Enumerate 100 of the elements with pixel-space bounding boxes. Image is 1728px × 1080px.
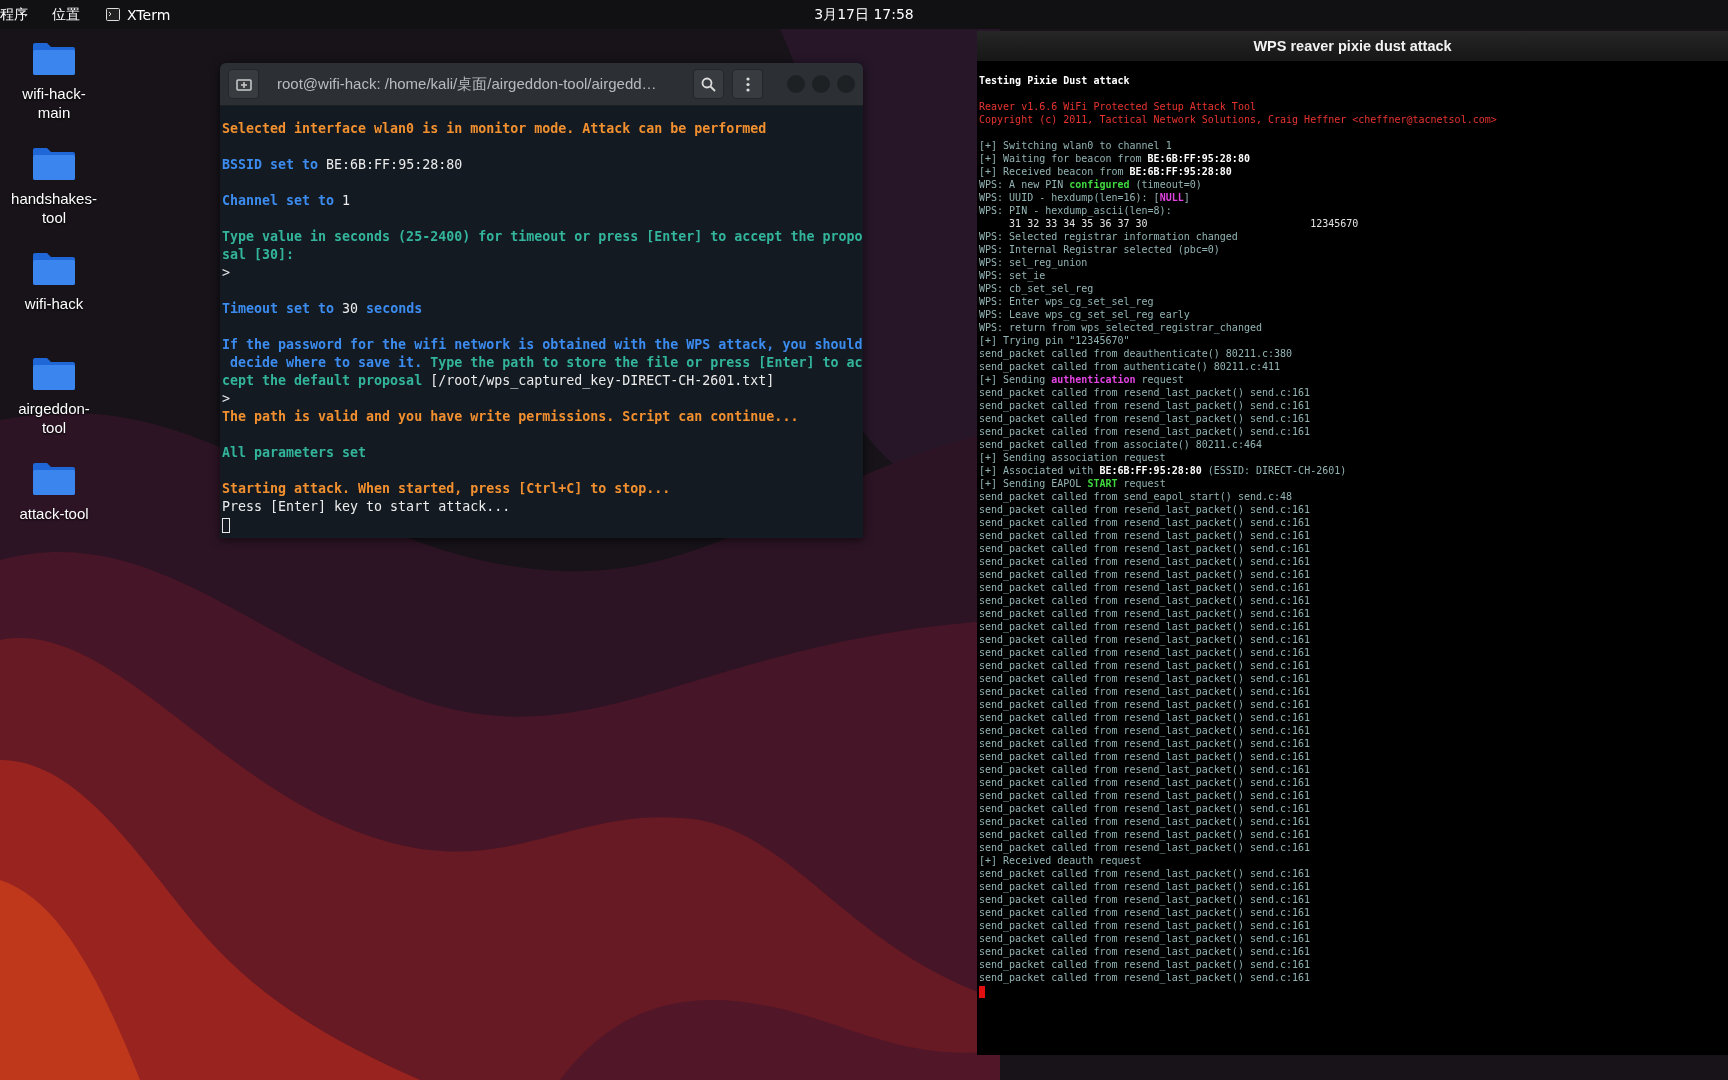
- terminal-line: send_packet called from deauthenticate() 80211.c:380: [979, 347, 1294, 360]
- terminal-line: 31 32 33 34 35 36 37 30 12345670: [1008, 217, 1360, 230]
- terminal-line: send_packet called from resend_last_packet() send.c:161: [979, 685, 1312, 698]
- terminal-line: All parameters set: [222, 444, 368, 462]
- terminal-line: Press [Enter] key to start attack...: [222, 498, 512, 516]
- text-cursor: [979, 986, 985, 998]
- terminal-line: send_packet called from resend_last_packet() send.c:161: [979, 932, 1312, 945]
- terminal-line: send_packet called from resend_last_packet() send.c:161: [979, 672, 1312, 685]
- terminal-line: send_packet called from resend_last_packet() send.c:161: [979, 802, 1312, 815]
- terminal-line: Timeout set to 30 seconds: [222, 300, 424, 318]
- terminal-line: WPS: return from wps_selected_registrar_changed: [979, 321, 1263, 334]
- terminal-line: send_packet called from resend_last_packet() send.c:161: [979, 594, 1312, 607]
- terminal-line: send_packet called from resend_last_packet() send.c:161: [979, 659, 1312, 672]
- terminal-line: [+] Switching wlan0 to channel 1: [979, 139, 1173, 152]
- terminal-line: Type value in seconds (25-2400) for timeout or press [Enter] to accept the propo: [222, 228, 863, 246]
- folder-icon[interactable]: [32, 252, 76, 286]
- menu-button[interactable]: [732, 69, 763, 99]
- clock[interactable]: 3月17日 17:58: [814, 5, 914, 24]
- terminal-line: send_packet called from resend_last_packet() send.c:161: [979, 776, 1312, 789]
- terminal-line: send_packet called from resend_last_packet() send.c:161: [979, 958, 1312, 971]
- terminal-line: WPS: Leave wps_cg_set_sel_reg early: [979, 308, 1191, 321]
- folder-label[interactable]: airgeddon-tool: [10, 399, 98, 437]
- terminal-line: send_packet called from resend_last_packet() send.c:161: [979, 880, 1312, 893]
- terminal-line: decide where to save it. Type the path to store the file or press [Enter] to ac: [229, 354, 863, 372]
- terminal-line: send_packet called from resend_last_packet() send.c:161: [979, 529, 1312, 542]
- terminal-line: WPS: set_ie: [979, 269, 1047, 282]
- new-tab-icon: [235, 77, 252, 91]
- terminal-line: WPS: A new PIN configured (timeout=0): [979, 178, 1203, 191]
- taskbar-app[interactable]: XTerm: [127, 6, 171, 23]
- terminal-line: send_packet called from resend_last_packet() send.c:161: [979, 646, 1312, 659]
- terminal-line: Testing Pixie Dust attack: [979, 74, 1131, 87]
- window-title: root@wifi-hack: /home/kali/桌面/airgeddon-tool/airgedd…: [276, 74, 658, 94]
- terminal-line: send_packet called from resend_last_packet() send.c:161: [979, 763, 1312, 776]
- terminal-line: WPS: Internal Registrar selected (pbc=0): [979, 243, 1221, 256]
- terminal-line: WPS: sel_reg_union: [979, 256, 1089, 269]
- terminal-line: Reaver v1.6.6 WiFi Protected Setup Attack Tool: [979, 100, 1257, 113]
- terminal-line: send_packet called from resend_last_packet() send.c:161: [979, 841, 1312, 854]
- terminal-line: send_packet called from resend_last_packet() send.c:161: [979, 750, 1312, 763]
- terminal-line: send_packet called from resend_last_packet() send.c:161: [979, 698, 1312, 711]
- terminal-line: send_packet called from resend_last_packet() send.c:161: [979, 828, 1312, 841]
- folder-icon[interactable]: [32, 462, 76, 496]
- terminal-line: [+] Received beacon from BE:6B:FF:95:28:80: [979, 165, 1233, 178]
- terminal-line: Channel set to 1: [222, 192, 352, 210]
- terminal-line: WPS: UUID - hexdump(len=16): [NULL]: [979, 191, 1191, 204]
- folder-icon[interactable]: [32, 42, 76, 76]
- folder-label[interactable]: wifi-hack-main: [10, 84, 98, 122]
- terminal-line: send_packet called from resend_last_packet() send.c:161: [979, 919, 1312, 932]
- terminal-line: send_packet called from resend_last_packet() send.c:161: [979, 516, 1312, 529]
- text-cursor: [222, 518, 230, 533]
- terminal-line: WPS: Selected registrar information changed: [979, 230, 1239, 243]
- terminal-line: send_packet called from resend_last_packet() send.c:161: [979, 906, 1312, 919]
- terminal-line: send_packet called from resend_last_packet() send.c:161: [979, 581, 1312, 594]
- terminal-line: [+] Waiting for beacon from BE:6B:FF:95:28:80: [979, 152, 1251, 165]
- terminal-line: cept the default proposal [/root/wps_captured_key-DIRECT-CH-2601.txt]: [222, 372, 776, 390]
- folder-label[interactable]: wifi-hack: [10, 294, 98, 313]
- folder-label[interactable]: attack-tool: [10, 504, 98, 523]
- terminal-line: WPS: PIN - hexdump_ascii(len=8):: [979, 204, 1173, 217]
- terminal-line: send_packet called from resend_last_packet() send.c:161: [979, 386, 1312, 399]
- terminal-line: [+] Trying pin "12345670": [979, 334, 1131, 347]
- folder-label[interactable]: handshakes-tool: [10, 189, 98, 227]
- terminal-line: WPS: Enter wps_cg_set_sel_reg: [979, 295, 1155, 308]
- applications-menu[interactable]: 程序: [0, 5, 28, 24]
- terminal-line: >: [222, 390, 231, 408]
- terminal-line: [+] Received deauth request: [979, 854, 1143, 867]
- terminal-line: send_packet called from associate() 80211.c:464: [979, 438, 1263, 451]
- folder-icon[interactable]: [32, 357, 76, 391]
- terminal-line: send_packet called from resend_last_packet() send.c:161: [979, 711, 1312, 724]
- places-menu[interactable]: 位置: [52, 5, 80, 24]
- terminal-line: send_packet called from resend_last_packet() send.c:161: [979, 542, 1312, 555]
- terminal-line: send_packet called from resend_last_packet() send.c:161: [979, 633, 1312, 646]
- terminal-line: send_packet called from resend_last_packet() send.c:161: [979, 971, 1312, 984]
- terminal-line: send_packet called from resend_last_packet() send.c:161: [979, 503, 1312, 516]
- terminal-line: send_packet called from send_eapol_start() send.c:48: [979, 490, 1294, 503]
- terminal-line: send_packet called from resend_last_packet() send.c:161: [979, 737, 1312, 750]
- window-title: WPS reaver pixie dust attack: [1253, 38, 1452, 54]
- terminal-line: [+] Sending EAPOL START request: [979, 477, 1167, 490]
- folder-icon[interactable]: [32, 147, 76, 181]
- terminal-line: send_packet called from resend_last_packet() send.c:161: [979, 620, 1312, 633]
- terminal-line: send_packet called from resend_last_packet() send.c:161: [979, 724, 1312, 737]
- terminal-line: Copyright (c) 2011, Tactical Network Solutions, Craig Heffner <cheffner@tacnetsol.com>: [979, 113, 1498, 126]
- menu-icon: [745, 76, 750, 92]
- search-button[interactable]: [693, 69, 724, 99]
- terminal-line: send_packet called from resend_last_packet() send.c:161: [979, 399, 1312, 412]
- terminal-line: send_packet called from resend_last_packet() send.c:161: [979, 789, 1312, 802]
- terminal-line: sal [30]:: [222, 246, 296, 264]
- search-icon: [701, 76, 716, 92]
- terminal-line: The path is valid and you have write permissions. Script can continue...: [222, 408, 800, 426]
- terminal-icon: [106, 8, 120, 21]
- terminal-line: Starting attack. When started, press [Ctrl+C] to stop...: [222, 480, 672, 498]
- terminal-line: send_packet called from resend_last_packet() send.c:161: [979, 815, 1312, 828]
- terminal-line: WPS: cb_set_sel_reg: [979, 282, 1095, 295]
- terminal-line: Selected interface wlan0 is in monitor mode. Attack can be performed: [222, 120, 768, 138]
- terminal-line: send_packet called from authenticate() 80211.c:411: [979, 360, 1282, 373]
- terminal-line: [+] Associated with BE:6B:FF:95:28:80 (ESSID: DIRECT-CH-2601): [979, 464, 1348, 477]
- terminal-line: [+] Sending association request: [979, 451, 1167, 464]
- terminal-line: send_packet called from resend_last_packet() send.c:161: [979, 945, 1312, 958]
- new-tab-button[interactable]: [228, 69, 259, 99]
- terminal-line: send_packet called from resend_last_packet() send.c:161: [979, 555, 1312, 568]
- terminal-line: send_packet called from resend_last_packet() send.c:161: [979, 867, 1312, 880]
- terminal-line: If the password for the wifi network is obtained with the WPS attack, you should: [222, 336, 863, 354]
